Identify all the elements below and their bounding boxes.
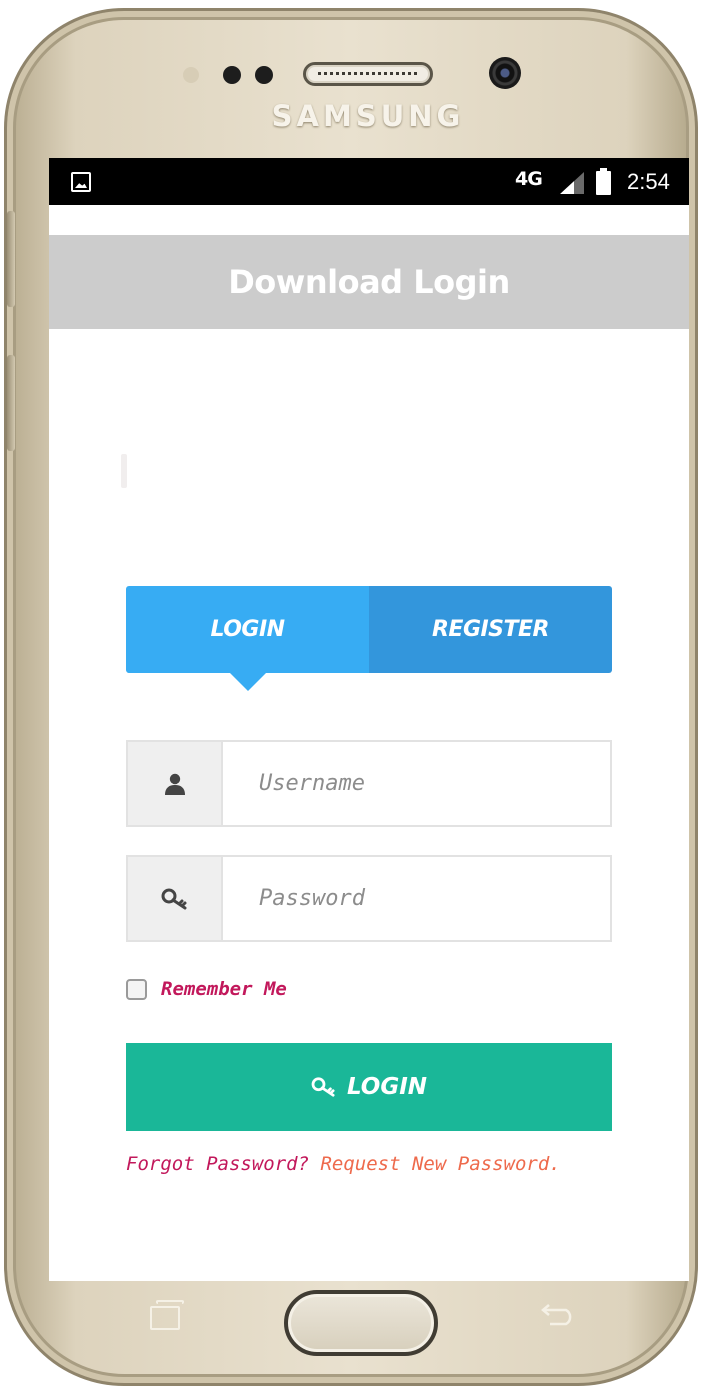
image-notification-icon (71, 172, 91, 192)
front-camera (489, 57, 521, 89)
key-icon (161, 888, 186, 909)
hardware-keys (30, 1270, 696, 1370)
status-time: 2:54 (627, 169, 670, 194)
volume-up-key (7, 211, 15, 307)
phone-screen: 4G 2:54 Download Login LOGIN REGISTER Us… (49, 158, 689, 1281)
remember-label[interactable]: Remember Me (161, 978, 287, 1000)
volume-down-key (7, 355, 15, 451)
request-password-link[interactable]: Request New Password. (320, 1153, 560, 1175)
sensor-dot (255, 66, 273, 84)
recent-apps-key[interactable] (150, 1300, 184, 1330)
status-bar: 4G 2:54 (49, 158, 689, 205)
password-addon (128, 857, 223, 940)
tab-register[interactable]: REGISTER (369, 586, 612, 673)
back-key[interactable] (540, 1304, 576, 1326)
title-bar: Download Login (49, 235, 689, 329)
signal-icon (560, 172, 584, 194)
remember-checkbox[interactable] (126, 978, 147, 1000)
back-icon (541, 1304, 572, 1326)
phone-frame: SAMSUNG 4G 2:54 Download Login LOGIN REG… (4, 8, 698, 1386)
loading-indicator (121, 454, 127, 488)
brand-logo: SAMSUNG (271, 99, 465, 133)
network-type: 4G (515, 168, 543, 190)
username-input[interactable] (223, 742, 610, 825)
password-field (126, 855, 612, 942)
login-button[interactable]: LOGIN (126, 1043, 612, 1131)
username-addon (128, 742, 223, 825)
proximity-sensor (183, 67, 199, 83)
home-button[interactable] (284, 1290, 438, 1356)
page-title: Download Login (228, 263, 510, 301)
earpiece-speaker (303, 62, 433, 86)
battery-icon (596, 168, 611, 195)
key-icon (311, 1077, 335, 1097)
login-button-label: LOGIN (346, 1074, 428, 1100)
user-icon (164, 773, 185, 795)
tab-login[interactable]: LOGIN (126, 586, 369, 691)
username-field (126, 740, 612, 827)
password-input[interactable] (223, 857, 610, 940)
forgot-password: Forgot Password? Request New Password. (126, 1153, 561, 1175)
auth-tabs: LOGIN REGISTER (126, 586, 612, 691)
remember-me: Remember Me (126, 978, 287, 1000)
forgot-question: Forgot Password? (126, 1153, 310, 1175)
sensor-dot (223, 66, 241, 84)
